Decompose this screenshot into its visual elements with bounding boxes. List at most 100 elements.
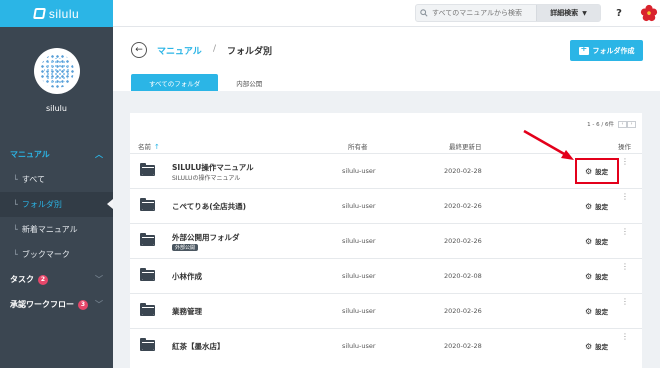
settings-button[interactable]: ⚙ 設定 [585, 306, 609, 317]
chevron-up-icon: ︿ [95, 150, 103, 159]
arrow-left-icon: ← [135, 45, 143, 55]
folder-name[interactable]: SILULU操作マニュアル [172, 162, 254, 173]
settings-label: 設定 [595, 308, 609, 316]
folder-updated: 2020-02-26 [444, 307, 482, 315]
create-folder-label: フォルダ作成 [592, 46, 635, 55]
advanced-search-button[interactable]: 詳細検索 ▼ [536, 5, 600, 21]
next-page-button[interactable]: › [627, 120, 636, 128]
tree-branch-icon: └ [13, 175, 18, 184]
help-icon[interactable]: ? [612, 6, 626, 20]
create-folder-button[interactable]: フォルダ作成 [570, 40, 643, 61]
column-header-name[interactable]: 名前 ↑ [138, 141, 160, 151]
sidebar-item-by-folder[interactable]: └ フォルダ別 [0, 192, 113, 217]
logo[interactable]: silulu [0, 0, 113, 27]
gear-icon: ⚙ [585, 341, 593, 351]
folder-owner: silulu-user [342, 167, 376, 175]
more-options-icon[interactable]: ⋮ [621, 298, 629, 306]
settings-button[interactable]: ⚙ 設定 [585, 236, 609, 247]
chevron-down-icon: ﹀ [95, 300, 103, 309]
settings-label: 設定 [595, 238, 609, 246]
sidebar-item-label: 新着マニュアル [21, 225, 78, 234]
tree-branch-icon: └ [13, 250, 18, 259]
sidebar-item-label: すべて [21, 175, 45, 184]
sidebar-item-bookmarks[interactable]: └ ブックマーク [0, 242, 113, 267]
folder-table: 1 - 6 / 6件 ‹ › 名前 ↑ 所有者 最終更新日 操作 SILULU操作… [130, 113, 642, 368]
logo-icon [32, 8, 46, 19]
annotation-highlight-box [575, 158, 619, 184]
table-row[interactable]: 業務管理 silulu-user 2020-02-26 ⚙ 設定 ⋮ [130, 293, 642, 327]
more-options-icon[interactable]: ⋮ [621, 193, 629, 201]
table-row[interactable]: 外部公開用フォルダ 外部公開 silulu-user 2020-02-26 ⚙ 設… [130, 223, 642, 257]
column-header-updated: 最終更新日 [449, 143, 482, 151]
public-tag: 外部公開 [172, 244, 199, 251]
prev-page-button[interactable]: ‹ [618, 120, 627, 128]
breadcrumb-manual-link[interactable]: マニュアル [157, 44, 202, 57]
tab-internal-public[interactable]: 内部公開 [218, 74, 280, 91]
pagination-count: 1 - 6 / 6件 [587, 122, 614, 128]
settings-button[interactable]: ⚙ 設定 [585, 201, 609, 212]
sidebar: silulu silulu マニュアル ︿ └ すべて └ フォルダ別 └ 新着… [0, 0, 113, 368]
sidebar-item-new-manuals[interactable]: └ 新着マニュアル [0, 217, 113, 242]
avatar[interactable] [33, 48, 80, 94]
table-row[interactable]: 紅茶【墨水店】 silulu-user 2020-02-28 ⚙ 設定 ⋮ [130, 328, 642, 362]
folder-name[interactable]: 外部公開用フォルダ [172, 232, 240, 243]
sidebar-item-tasks[interactable]: タスク 2 ﹀ [0, 267, 113, 292]
folder-owner: silulu-user [342, 272, 376, 280]
gear-icon: ⚙ [585, 306, 593, 316]
column-header-actions: 操作 [618, 143, 631, 151]
folder-updated: 2020-02-28 [444, 342, 482, 350]
folder-name[interactable]: 業務管理 [172, 306, 202, 317]
sidebar-item-approval-workflow[interactable]: 承認ワークフロー 3 ﹀ [0, 292, 113, 317]
settings-button[interactable]: ⚙ 設定 [585, 341, 609, 352]
folder-description: SILULUの操作マニュアル [172, 175, 241, 182]
more-options-icon[interactable]: ⋮ [621, 333, 629, 341]
user-name: silulu [46, 104, 67, 113]
folder-name[interactable]: こぺてりあ(全店共通) [172, 201, 246, 212]
search-icon [416, 9, 432, 17]
flower-avatar-icon[interactable] [640, 4, 658, 22]
page-title: フォルダ別 [227, 47, 273, 57]
folder-owner: silulu-user [342, 342, 376, 350]
sidebar-item-manual[interactable]: マニュアル ︿ [0, 142, 113, 167]
sidebar-item-label: フォルダ別 [21, 200, 62, 209]
logo-text: silulu [48, 6, 80, 21]
page-header: ← マニュアル / フォルダ別 フォルダ作成 すべてのフォルダ 内部公開 [113, 27, 660, 91]
folder-name[interactable]: 紅茶【墨水店】 [172, 341, 225, 352]
search-input[interactable] [432, 9, 532, 17]
sidebar-nav: マニュアル ︿ └ すべて └ フォルダ別 └ 新着マニュアル └ ブックマーク… [0, 142, 113, 317]
sidebar-item-label: タスク [10, 275, 34, 284]
folder-updated: 2020-02-28 [444, 167, 482, 175]
sort-asc-icon: ↑ [154, 143, 160, 151]
breadcrumb-separator: / [213, 44, 217, 54]
back-button[interactable]: ← [131, 42, 147, 58]
caret-down-icon: ▼ [582, 9, 587, 17]
table-row[interactable]: SILULU操作マニュアル SILULUの操作マニュアル silulu-user… [130, 153, 642, 187]
table-row[interactable]: 小林作成 silulu-user 2020-02-08 ⚙ 設定 ⋮ [130, 258, 642, 292]
tree-branch-icon: └ [13, 200, 18, 209]
folder-updated: 2020-02-26 [444, 202, 482, 210]
folder-updated: 2020-02-26 [444, 237, 482, 245]
more-options-icon[interactable]: ⋮ [621, 228, 629, 236]
folder-updated: 2020-02-08 [444, 272, 482, 280]
folder-name[interactable]: 小林作成 [172, 271, 202, 282]
gear-icon: ⚙ [585, 236, 593, 246]
chevron-down-icon: ﹀ [95, 275, 103, 284]
tree-branch-icon: └ [13, 225, 18, 234]
search-box: 詳細検索 ▼ [415, 4, 601, 22]
sidebar-item-label: ブックマーク [21, 250, 70, 259]
column-header-owner: 所有者 [348, 143, 368, 151]
more-options-icon[interactable]: ⋮ [621, 158, 629, 166]
table-row[interactable]: こぺてりあ(全店共通) silulu-user 2020-02-26 ⚙ 設定 ⋮ [130, 188, 642, 222]
tab-all-folders[interactable]: すべてのフォルダ [131, 74, 219, 91]
count-badge: 3 [78, 299, 88, 310]
sidebar-item-all[interactable]: └ すべて [0, 167, 113, 192]
settings-button[interactable]: ⚙ 設定 [585, 271, 609, 282]
sidebar-item-label: 承認ワークフロー [10, 300, 74, 309]
sidebar-item-label: マニュアル [10, 150, 50, 159]
settings-label: 設定 [595, 203, 609, 211]
folder-owner: silulu-user [342, 307, 376, 315]
settings-label: 設定 [595, 273, 609, 281]
count-badge: 2 [38, 274, 48, 285]
more-options-icon[interactable]: ⋮ [621, 263, 629, 271]
settings-label: 設定 [595, 343, 609, 351]
